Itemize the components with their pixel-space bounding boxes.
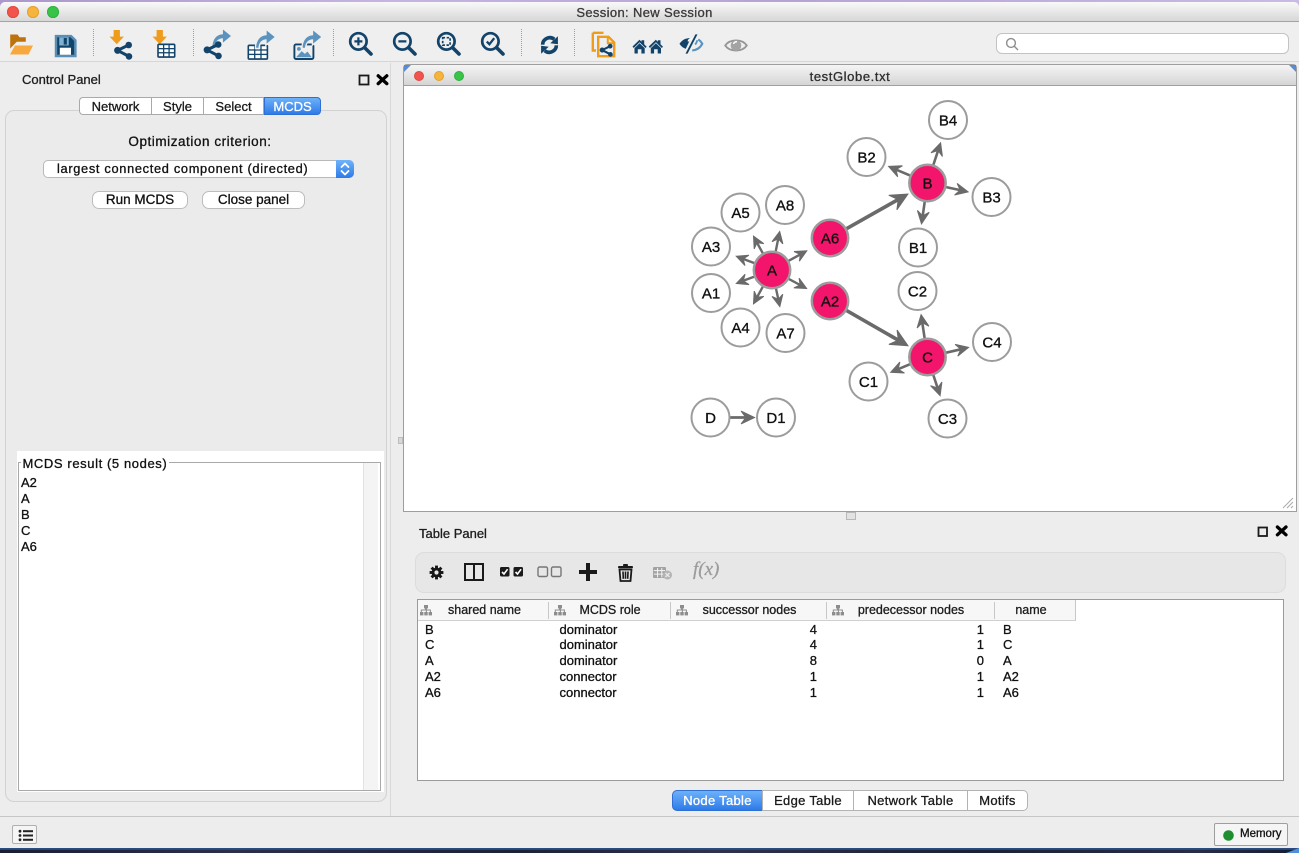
svg-text:C1: C1	[859, 374, 878, 391]
svg-text:A6: A6	[821, 230, 839, 247]
svg-text:C4: C4	[982, 334, 1001, 351]
svg-text:C3: C3	[938, 411, 957, 428]
svg-text:A4: A4	[731, 320, 749, 337]
svg-text:A1: A1	[702, 285, 720, 302]
svg-text:A7: A7	[776, 325, 794, 342]
svg-text:A8: A8	[776, 197, 794, 214]
svg-text:A2: A2	[821, 293, 839, 310]
svg-text:A: A	[767, 262, 777, 279]
svg-text:B1: B1	[909, 240, 927, 257]
svg-text:B4: B4	[939, 112, 957, 129]
svg-text:A3: A3	[702, 239, 720, 256]
svg-text:A5: A5	[731, 205, 749, 222]
svg-text:D: D	[705, 410, 716, 427]
svg-text:D1: D1	[766, 410, 785, 427]
svg-text:C2: C2	[908, 283, 927, 300]
svg-text:C: C	[922, 349, 933, 366]
svg-text:B2: B2	[857, 149, 875, 166]
svg-text:B3: B3	[982, 189, 1000, 206]
svg-text:B: B	[922, 175, 932, 192]
